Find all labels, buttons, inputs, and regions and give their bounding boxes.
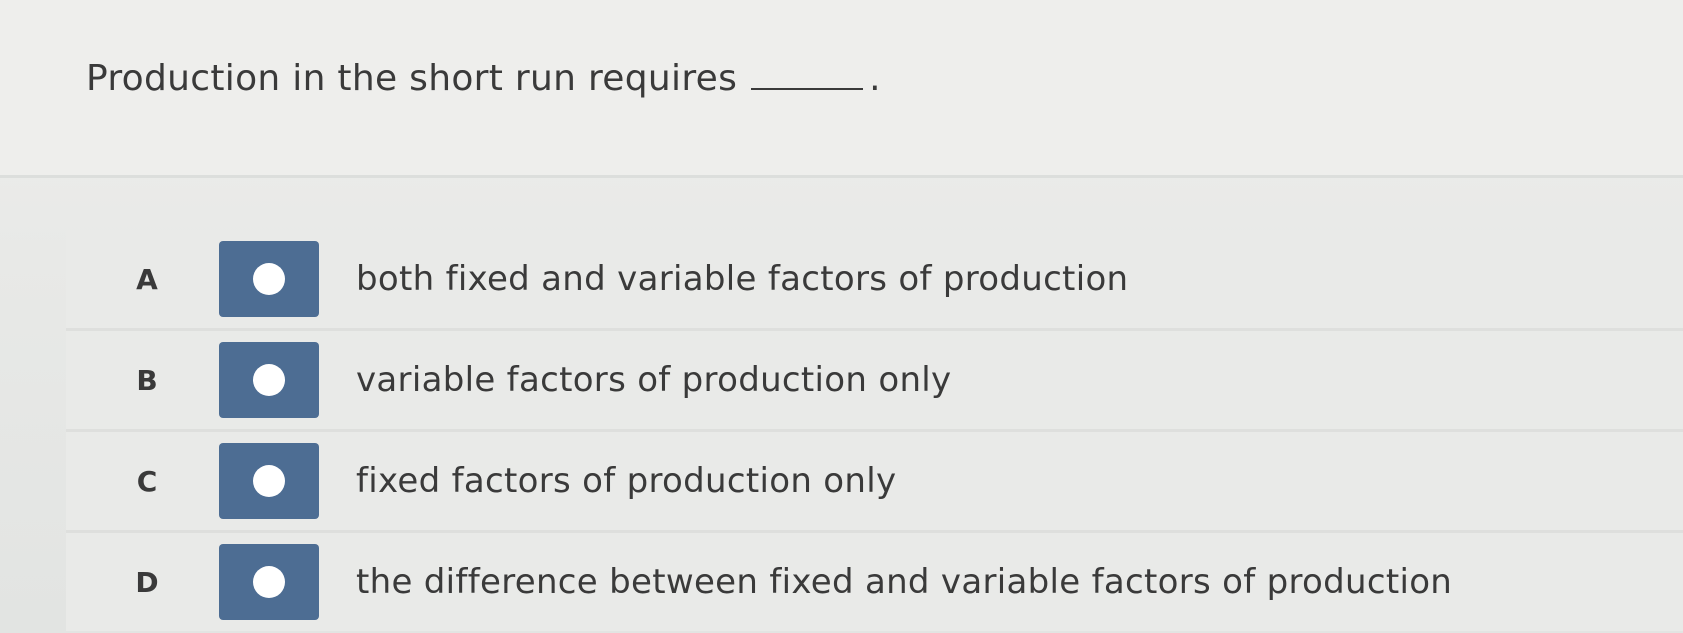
- answer-blank: [751, 60, 864, 90]
- option-letter: C: [136, 464, 158, 498]
- radio-dot-icon: [253, 263, 285, 295]
- option-letter: A: [136, 262, 158, 296]
- option-c-radio[interactable]: [219, 443, 319, 519]
- option-letter: B: [136, 363, 158, 397]
- option-c[interactable]: C fixed factors of production only: [66, 432, 1683, 533]
- option-b[interactable]: B variable factors of production only: [66, 331, 1683, 432]
- option-a[interactable]: A both fixed and variable factors of pro…: [66, 230, 1683, 331]
- radio-dot-icon: [253, 465, 285, 497]
- option-b-radio[interactable]: [219, 342, 319, 418]
- question-divider: [0, 175, 1683, 178]
- question-area: Production in the short run requires.: [0, 0, 1683, 175]
- option-text: variable factors of production only: [356, 360, 952, 400]
- answer-options: A both fixed and variable factors of pro…: [66, 230, 1683, 631]
- option-letter: D: [135, 565, 159, 599]
- option-text: the difference between fixed and variabl…: [356, 562, 1453, 602]
- option-d[interactable]: D the difference between fixed and varia…: [66, 533, 1683, 631]
- question-end-punctuation: .: [869, 58, 881, 99]
- option-d-radio[interactable]: [219, 544, 319, 620]
- question-text: Production in the short run requires: [86, 58, 738, 99]
- question-prompt: Production in the short run requires.: [86, 58, 881, 99]
- radio-dot-icon: [253, 364, 285, 396]
- quiz-page: Production in the short run requires. A …: [0, 0, 1683, 633]
- option-text: both fixed and variable factors of produ…: [356, 259, 1129, 299]
- radio-dot-icon: [253, 566, 285, 598]
- option-text: fixed factors of production only: [356, 461, 897, 501]
- option-a-radio[interactable]: [219, 241, 319, 317]
